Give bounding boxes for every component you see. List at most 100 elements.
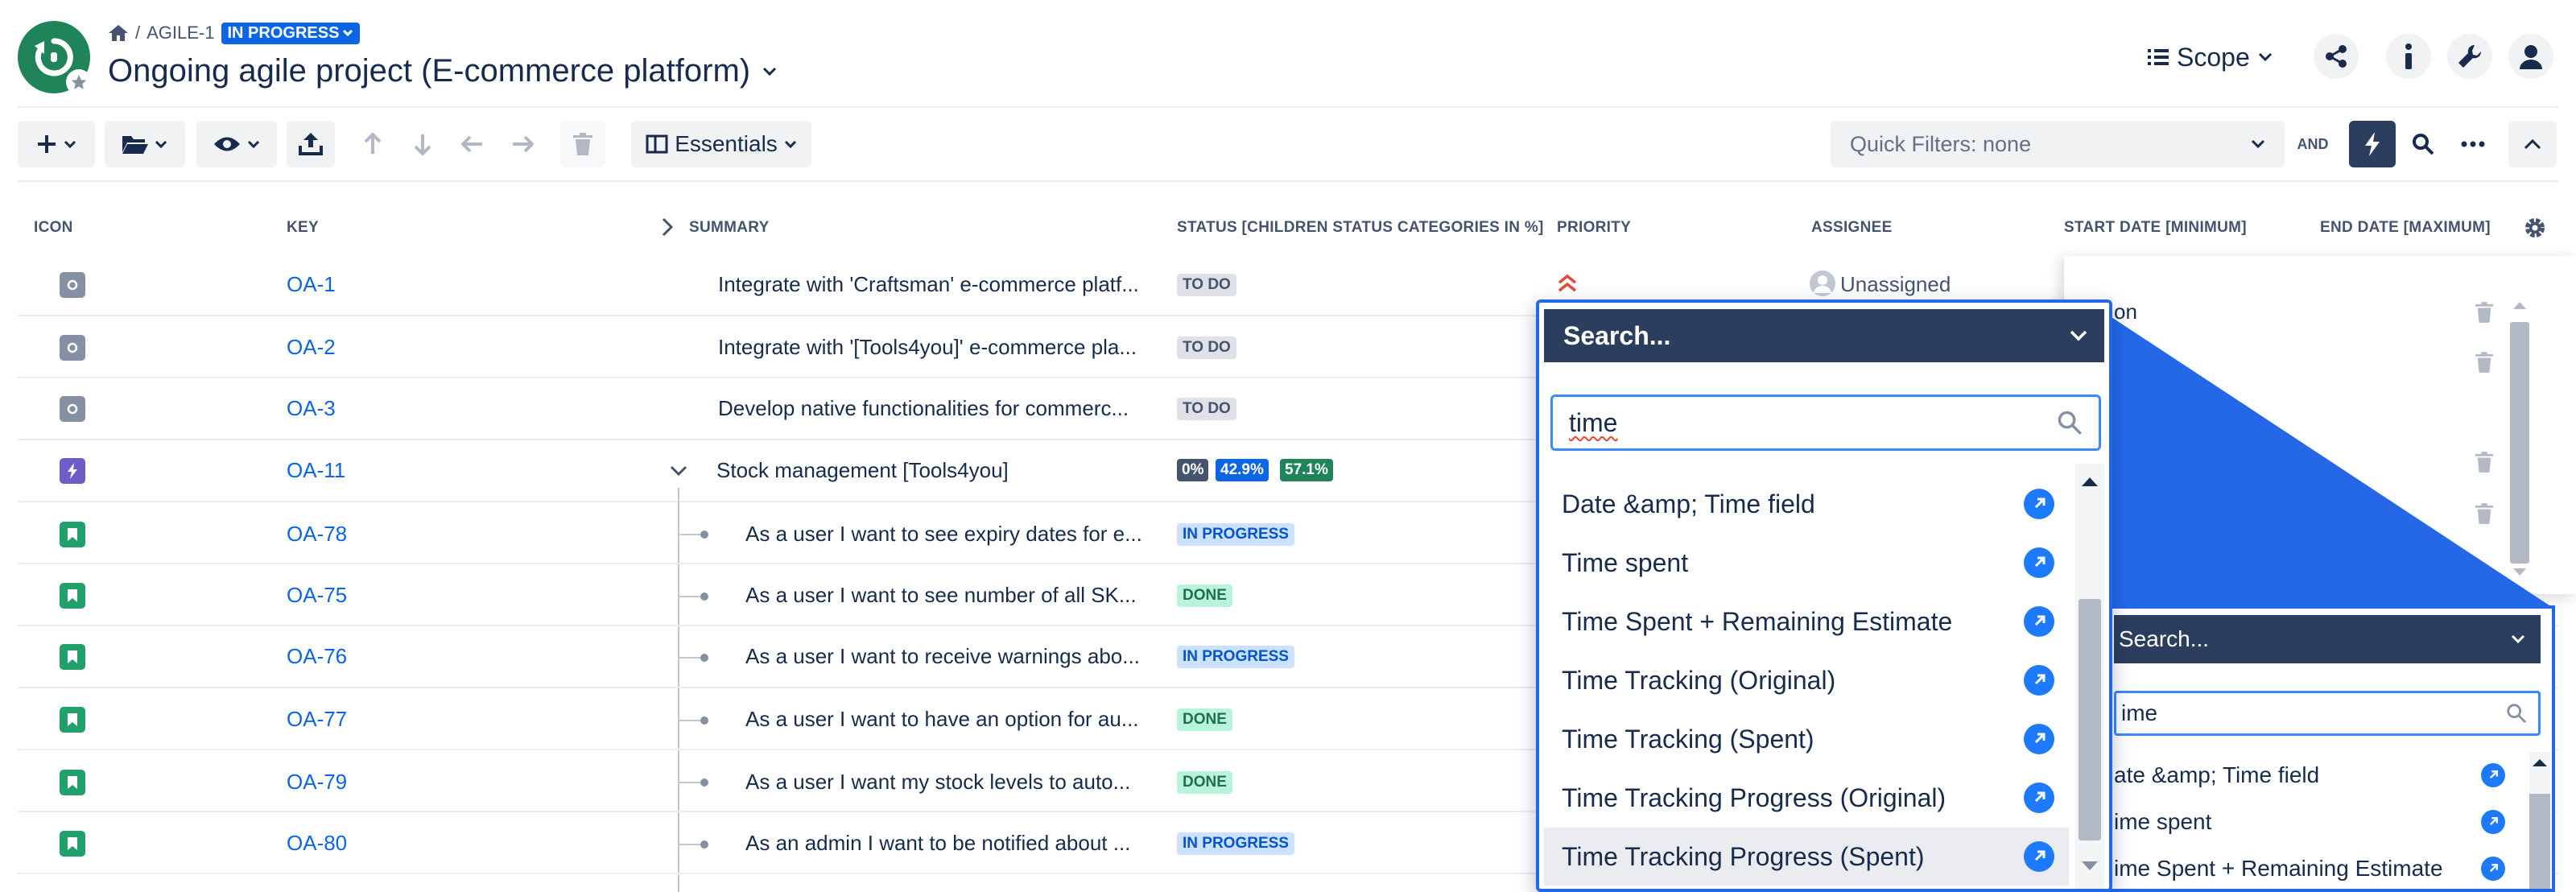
col-header-priority[interactable]: PRIORITY [1557, 219, 1631, 237]
issue-key-link[interactable]: OA-77 [287, 707, 347, 732]
config-scrollbar[interactable] [2510, 322, 2529, 564]
col-header-key[interactable]: KEY [287, 219, 319, 237]
toolbar-divider [18, 180, 2558, 182]
share-button[interactable] [2314, 34, 2359, 79]
trash-icon[interactable] [2473, 351, 2496, 374]
issue-key-link[interactable]: OA-75 [287, 583, 347, 608]
issue-key-link[interactable]: OA-76 [287, 644, 347, 669]
issue-key-link[interactable]: OA-3 [287, 396, 336, 421]
issue-summary[interactable]: Stock management [Tools4you] [716, 458, 1009, 483]
info-button[interactable] [2386, 34, 2431, 79]
dropdown-option-highlighted[interactable]: Time Tracking Progress (Spent) [1544, 828, 2069, 886]
essentials-dropdown[interactable]: Essentials [631, 121, 811, 167]
col-header-icon[interactable]: ICON [34, 219, 73, 237]
status-badge[interactable]: TO DO [1177, 398, 1236, 420]
config-item-label[interactable]: ategories i [2146, 449, 2243, 474]
collapse-button[interactable] [2508, 121, 2557, 167]
issue-summary[interactable]: As a user I want to receive warnings abo… [745, 644, 1140, 669]
dropdown-option[interactable]: Time Tracking Progress (Original) [1544, 769, 2069, 827]
status-badge[interactable]: IN PROGRESS [1177, 832, 1294, 855]
home-icon[interactable] [108, 24, 129, 42]
issue-key-link[interactable]: OA-78 [287, 522, 347, 547]
settings-button[interactable] [2447, 34, 2492, 79]
status-percent-in-progress: 42.9% [1216, 459, 1269, 481]
folder-icon [122, 136, 148, 154]
issue-summary[interactable]: Develop native functionalities for comme… [718, 396, 1129, 421]
issue-key-link[interactable]: OA-80 [287, 831, 347, 856]
issue-key-link[interactable]: OA-2 [287, 335, 336, 360]
dropdown-scroll-thumb[interactable] [2079, 599, 2101, 840]
status-badge[interactable]: DONE [1177, 584, 1232, 607]
col-header-assignee[interactable]: ASSIGNEE [1811, 219, 1893, 237]
status-badge[interactable]: IN PROGRESS [1177, 523, 1294, 546]
col-header-status[interactable]: STATUS [CHILDREN STATUS CATEGORIES IN %] [1177, 219, 1544, 237]
chevron-down-icon [64, 140, 76, 148]
col-header-summary[interactable]: SUMMARY [689, 219, 770, 237]
more-button[interactable] [2450, 121, 2496, 167]
chevron-down-icon[interactable] [670, 465, 687, 477]
issue-summary[interactable]: As an admin I want to be notified about … [745, 831, 1130, 856]
view-button[interactable] [196, 121, 277, 167]
chevron-right-icon[interactable] [662, 217, 673, 237]
field-search-input[interactable]: time [1550, 394, 2101, 451]
issue-key-link[interactable]: OA-11 [287, 458, 345, 483]
delete-button[interactable] [560, 121, 605, 167]
task-icon [60, 396, 85, 422]
chevron-down-icon [155, 140, 167, 148]
trash-icon[interactable] [2473, 502, 2496, 525]
search-button[interactable] [2401, 121, 2446, 167]
trash-icon[interactable] [2473, 451, 2496, 473]
option-label: Time Tracking Progress (Original) [1562, 783, 1946, 812]
col-header-start-date[interactable]: START DATE [MINIMUM] [2064, 219, 2247, 237]
tree-node [700, 840, 708, 849]
dropdown-option[interactable]: Time spent [1544, 534, 2069, 592]
export-button[interactable] [287, 121, 335, 167]
move-up-button[interactable] [353, 121, 393, 167]
status-badge[interactable]: TO DO [1177, 274, 1236, 296]
col-header-end-date[interactable]: END DATE [MAXIMUM] [2320, 219, 2491, 237]
status-badge[interactable]: DONE [1177, 771, 1232, 794]
gear-icon[interactable] [2523, 216, 2547, 240]
dropdown-option[interactable]: Date &amp; Time field [1544, 475, 2069, 533]
scroll-down-icon[interactable] [2080, 860, 2099, 873]
breadcrumb-issue-link[interactable]: AGILE-1 [147, 23, 214, 43]
and-toggle[interactable]: AND [2289, 121, 2336, 167]
move-left-button[interactable] [452, 121, 493, 167]
scroll-up-icon[interactable] [2080, 475, 2099, 488]
issue-key-link[interactable]: OA-79 [287, 770, 347, 795]
status-badge[interactable]: DONE [1177, 708, 1232, 731]
assignee-label[interactable]: Unassigned [1840, 272, 1951, 297]
story-icon [60, 707, 85, 733]
dropdown-option[interactable]: Time Tracking (Spent) [1544, 710, 2069, 768]
bolt-filter-button[interactable] [2349, 121, 2396, 167]
issue-summary[interactable]: As a user I want to have an option for a… [745, 707, 1139, 732]
issue-summary[interactable]: As a user I want to see expiry dates for… [745, 522, 1142, 547]
issue-summary[interactable]: As a user I want to see number of all SK… [745, 583, 1137, 608]
page-title[interactable]: Ongoing agile project (E-commerce platfo… [108, 53, 778, 89]
chevron-down-icon [2511, 634, 2525, 644]
folder-button[interactable] [105, 121, 185, 167]
scroll-down-icon[interactable] [2512, 567, 2528, 578]
trash-icon[interactable] [2473, 301, 2496, 324]
issue-summary[interactable]: Integrate with 'Craftsman' e-commerce pl… [718, 272, 1139, 297]
move-right-button[interactable] [502, 121, 543, 167]
chevron-down-icon [2251, 139, 2265, 149]
favorite-star-icon[interactable] [66, 69, 92, 95]
status-badge[interactable]: TO DO [1177, 337, 1236, 359]
add-button[interactable] [18, 121, 95, 167]
dropdown-option[interactable]: Time Tracking (Original) [1544, 651, 2069, 709]
status-dropdown[interactable]: IN PROGRESS [221, 22, 361, 44]
scope-button[interactable]: Scope [2148, 35, 2273, 79]
quick-filters-select[interactable]: Quick Filters: none [1831, 121, 2285, 167]
issue-summary[interactable]: As a user I want my stock levels to auto… [745, 770, 1130, 795]
dropdown-option[interactable]: Time Spent + Remaining Estimate [1544, 593, 2069, 650]
share-icon [2326, 45, 2347, 68]
issue-summary[interactable]: Integrate with '[Tools4you]' e-commerce … [718, 335, 1137, 360]
issue-key-link[interactable]: OA-1 [287, 272, 336, 297]
scroll-up-icon[interactable] [2512, 299, 2528, 311]
status-badge[interactable]: IN PROGRESS [1177, 646, 1294, 668]
move-down-button[interactable] [402, 121, 443, 167]
user-button[interactable] [2508, 34, 2553, 79]
dropdown-header[interactable]: Search... [1544, 309, 2104, 362]
config-item-label[interactable]: on [2114, 299, 2137, 324]
